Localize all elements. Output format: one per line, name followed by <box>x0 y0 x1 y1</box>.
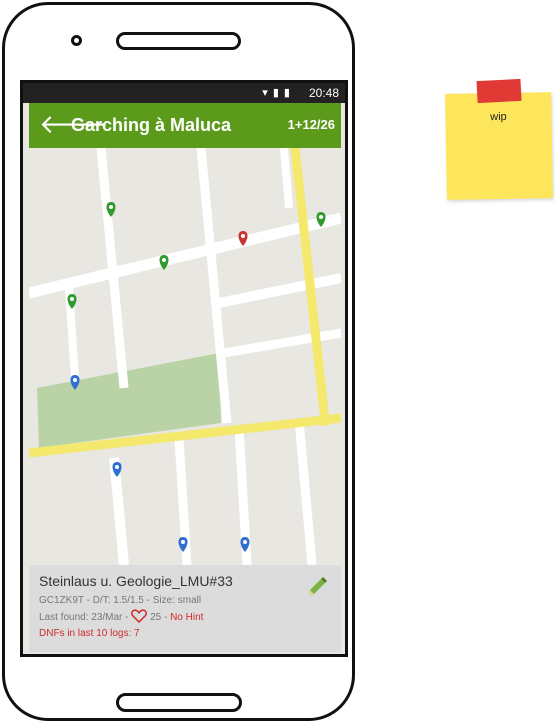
cache-code: GC1ZK9T <box>39 595 84 606</box>
cache-meta-line: GC1ZK9T - D/T: 1.5/1.5 - Size: small <box>39 595 202 606</box>
sticky-tape <box>476 78 522 104</box>
map-view[interactable] <box>29 148 341 565</box>
home-button[interactable] <box>116 693 242 712</box>
last-found: Last found: 23/Mar <box>39 612 123 623</box>
signal-icons: ▾ ▮ ▮ <box>262 87 291 99</box>
status-bar: ▾ ▮ ▮ 20:48 <box>23 83 345 103</box>
map-pin-dot <box>73 378 77 382</box>
map-pin-dot <box>241 234 245 238</box>
favorite-count: 25 <box>150 612 162 623</box>
dnf-summary: DNFs in last 10 logs: 7 <box>39 628 140 639</box>
hint-status: No Hint <box>170 612 204 623</box>
cache-found-line: Last found: 23/Mar - 25 - No Hint <box>39 609 341 626</box>
map-pin-dot <box>70 297 74 301</box>
heart-icon <box>131 609 148 624</box>
phone-frame: ▾ ▮ ▮ 20:48 🡐 Garching à Maluca 1+12/26 <box>2 2 355 721</box>
map-pin-dot <box>115 465 119 469</box>
cache-size: Size: small <box>152 595 202 606</box>
phone-screen: ▾ ▮ ▮ 20:48 🡐 Garching à Maluca 1+12/26 <box>20 80 348 657</box>
sticky-note-text: wip <box>490 110 507 124</box>
page-title: Garching à Maluca <box>71 115 232 135</box>
cache-detail-panel[interactable]: Steinlaus u. Geologie_LMU#33 GC1ZK9T - D… <box>29 565 341 652</box>
map-pin-dot <box>319 215 323 219</box>
map-pin-dot <box>109 205 113 209</box>
sticky-note: wip <box>445 78 553 200</box>
front-camera <box>71 35 82 46</box>
cache-name: Steinlaus u. Geologie_LMU#33 <box>39 573 233 589</box>
cache-counter: 1+12/26 <box>287 117 335 132</box>
map-pin-dot <box>181 540 185 544</box>
cache-difficulty-terrain: D/T: 1.5/1.5 <box>92 595 144 606</box>
status-time: 20:48 <box>308 86 339 100</box>
pencil-icon[interactable] <box>305 575 329 599</box>
map-pin-dot <box>162 258 166 262</box>
speaker-grille <box>116 32 241 50</box>
app-bar: 🡐 Garching à Maluca 1+12/26 <box>29 103 341 148</box>
map-pin-dot <box>243 540 247 544</box>
